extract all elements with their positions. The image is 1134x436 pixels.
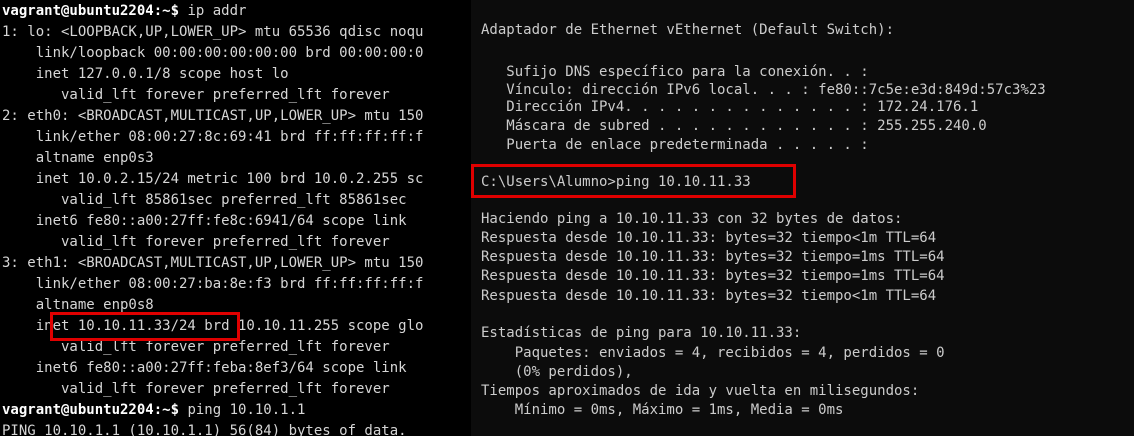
terminal-output-line: inet6 fe80::a00:27ff:fe8c:6941/64 scope …: [2, 213, 407, 229]
terminal-output-line: PING 10.10.1.1 (10.10.1.1) 56(84) bytes …: [2, 423, 407, 436]
cmd-output-line: Puerta de enlace predeterminada . . . . …: [481, 137, 869, 153]
highlight-box-eth1-inet: [50, 312, 240, 341]
terminal-output-line: valid_lft forever preferred_lft forever: [2, 234, 390, 250]
terminal-output-line: link/ether 08:00:27:8c:69:41 brd ff:ff:f…: [2, 129, 424, 145]
cmd-output-line: Tiempos aproximados de ida y vuelta en m…: [481, 383, 920, 399]
prompt-user-host: vagrant@ubuntu2204: [2, 3, 154, 19]
terminal-output-line: 3: eth1: <BROADCAST,MULTICAST,UP,LOWER_U…: [2, 255, 424, 271]
terminal-output-line: link/loopback 00:00:00:00:00:00 brd 00:0…: [2, 45, 424, 61]
terminal-output-line: altname enp0s3: [2, 150, 154, 166]
cmd-output-line: Mínimo = 0ms, Máximo = 1ms, Media = 0ms: [481, 402, 844, 418]
terminal-output-line: link/ether 08:00:27:ba:8e:f3 brd ff:ff:f…: [2, 276, 424, 292]
cmd-output-line: Estadísticas de ping para 10.10.11.33:: [481, 325, 802, 341]
terminal-output-line: valid_lft 85861sec preferred_lft 85861se…: [2, 192, 407, 208]
terminal-output-line: inet 10.0.2.15/24 metric 100 brd 10.0.2.…: [2, 171, 424, 187]
prompt-path: :~$: [153, 3, 180, 19]
terminal-output-line: inet 127.0.0.1/8 scope host lo: [2, 66, 289, 82]
cmd-output-line: Dirección IPv4. . . . . . . . . . . . . …: [481, 99, 979, 115]
cmd-output-line: Máscara de subred . . . . . . . . . . . …: [481, 118, 987, 134]
terminal-output-line: 2: eth0: <BROADCAST,MULTICAST,UP,LOWER_U…: [2, 108, 424, 124]
highlight-box-ping-command: [471, 164, 796, 198]
prompt-user-host: vagrant@ubuntu2204: [2, 402, 154, 418]
terminal-output-line: valid_lft forever preferred_lft forever: [2, 87, 390, 103]
terminal-prompt-line: vagrant@ubuntu2204:~$ ping 10.10.1.1: [2, 400, 305, 421]
terminal-output-line: valid_lft forever preferred_lft forever: [2, 381, 390, 397]
cmd-output-line: Respuesta desde 10.10.11.33: bytes=32 ti…: [481, 268, 945, 284]
terminal-output-line: inet6 fe80::a00:27ff:feba:8ef3/64 scope …: [2, 360, 407, 376]
cmd-output-line: Respuesta desde 10.10.11.33: bytes=32 ti…: [481, 249, 945, 265]
prompt-path: :~$: [153, 402, 180, 418]
cmd-output-line: Adaptador de Ethernet vEthernet (Default…: [481, 22, 895, 38]
terminal-prompt-line: vagrant@ubuntu2204:~$ ip addr: [2, 1, 246, 22]
prompt-command: ping 10.10.1.1: [179, 402, 306, 418]
windows-cmd-pane[interactable]: Adaptador de Ethernet vEthernet (Default…: [471, 0, 1134, 436]
cmd-output-line: Respuesta desde 10.10.11.33: bytes=32 ti…: [481, 288, 937, 304]
ubuntu-terminal-pane[interactable]: vagrant@ubuntu2204:~$ ip addr 1: lo: <LO…: [0, 0, 474, 436]
cmd-output-line: Respuesta desde 10.10.11.33: bytes=32 ti…: [481, 230, 937, 246]
cmd-output-line: (0% perdidos),: [481, 364, 633, 380]
terminal-output-line: 1: lo: <LOOPBACK,UP,LOWER_UP> mtu 65536 …: [2, 24, 424, 40]
prompt-command: ip addr: [179, 3, 247, 19]
cmd-output-line: Paquetes: enviados = 4, recibidos = 4, p…: [481, 345, 945, 361]
cmd-output-line: Haciendo ping a 10.10.11.33 con 32 bytes…: [481, 211, 903, 227]
